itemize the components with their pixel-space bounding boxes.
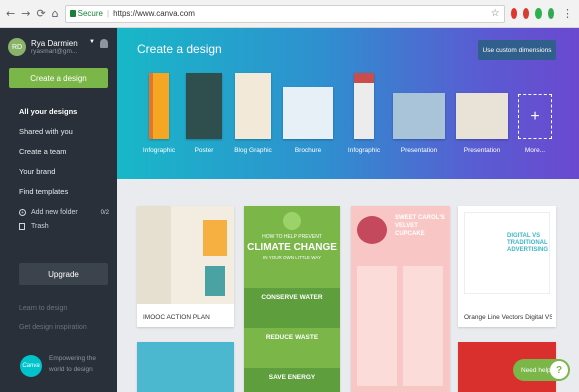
extension-icon-flash[interactable] bbox=[522, 8, 530, 19]
thumbnail-title: SWEET CAROL'S VELVET CUPCAKE bbox=[395, 215, 445, 237]
secure-indicator[interactable]: Secure bbox=[69, 9, 103, 18]
template-label: More... bbox=[524, 147, 546, 154]
template-blog-graphic[interactable]: Blog Graphic bbox=[234, 73, 272, 154]
sidebar-item-find-templates[interactable]: Find templates bbox=[0, 182, 117, 202]
help-question-icon: ? bbox=[550, 361, 568, 379]
home-icon[interactable]: ⌂ bbox=[52, 7, 59, 20]
design-thumbnail: HOW TO HELP PREVENT CLIMATE CHANGE IN YO… bbox=[244, 206, 340, 288]
design-card[interactable]: HOW TO HELP PREVENT CLIMATE CHANGE IN YO… bbox=[244, 206, 340, 392]
forward-icon[interactable]: → bbox=[21, 7, 30, 20]
url-text: https://www.canva.com bbox=[113, 9, 195, 18]
bell-icon[interactable] bbox=[100, 39, 108, 48]
template-thumbnail bbox=[456, 93, 508, 139]
design-title: Orange Line Vectors Digital VS ... bbox=[464, 314, 552, 321]
custom-dimensions-button[interactable]: Use custom dimensions bbox=[478, 40, 556, 60]
folder-count: 0/2 bbox=[100, 209, 109, 216]
banner-title: Create a design bbox=[137, 42, 222, 56]
template-infographic-2[interactable]: Infographic bbox=[348, 73, 380, 154]
thumbnail-row: REDUCE WASTE bbox=[244, 328, 340, 368]
design-card[interactable]: DIGITAL VS TRADITIONAL ADVERTISING Orang… bbox=[458, 206, 556, 327]
sidebar-item-create-team[interactable]: Create a team bbox=[0, 142, 117, 162]
sidebar-nav: All your designs Shared with you Create … bbox=[0, 102, 117, 202]
template-label: Brochure bbox=[294, 147, 322, 154]
browser-menu-icon[interactable]: ⋮ bbox=[562, 7, 573, 20]
design-card[interactable]: IMOOC ACTION PLAN bbox=[137, 206, 234, 327]
address-bar[interactable]: Secure | https://www.canva.com ☆ bbox=[64, 4, 505, 23]
tagline: Empowering the world to design bbox=[49, 355, 96, 373]
template-thumbnail bbox=[235, 73, 271, 139]
template-presentation[interactable]: Presentation bbox=[393, 73, 445, 154]
user-email: ryasmart@gm... bbox=[31, 48, 78, 55]
template-infographic[interactable]: Infographic bbox=[143, 73, 175, 154]
extension-icon-circle[interactable] bbox=[547, 8, 555, 19]
template-thumbnail bbox=[393, 93, 445, 139]
learn-to-design-link[interactable]: Learn to design bbox=[19, 305, 67, 312]
browser-toolbar: ← → ⟳ ⌂ Secure | https://www.canva.com ☆… bbox=[0, 0, 579, 28]
sidebar: RD Rya Darmien ryasmart@gm... ▼ Create a… bbox=[0, 28, 117, 392]
sidebar-item-all-designs[interactable]: All your designs bbox=[0, 102, 117, 122]
upgrade-button[interactable]: Upgrade bbox=[19, 263, 108, 285]
design-card[interactable]: SWEET CAROL'S VELVET CUPCAKE bbox=[351, 206, 450, 392]
lock-icon bbox=[69, 10, 76, 17]
thumbnail-row: SAVE ENERGY bbox=[244, 368, 340, 392]
template-label: Presentation bbox=[400, 147, 438, 154]
trash-icon bbox=[19, 223, 25, 230]
bookmark-star-icon[interactable]: ☆ bbox=[491, 8, 500, 19]
add-folder-item[interactable]: + Add new folder 0/2 bbox=[0, 202, 117, 220]
avatar: RD bbox=[8, 38, 26, 56]
template-thumbnail bbox=[354, 73, 374, 139]
template-poster[interactable]: Poster bbox=[186, 73, 222, 154]
cupcake-image bbox=[357, 216, 387, 244]
chevron-down-icon[interactable]: ▼ bbox=[89, 39, 95, 45]
template-more[interactable]: + More... bbox=[518, 73, 552, 154]
template-brochure[interactable]: Brochure bbox=[283, 73, 333, 154]
design-thumbnail bbox=[137, 206, 234, 304]
plus-circle-icon: + bbox=[19, 209, 26, 216]
trash-label: Trash bbox=[31, 223, 49, 230]
reload-icon[interactable]: ⟳ bbox=[36, 7, 45, 20]
divider: | bbox=[107, 9, 110, 18]
back-icon[interactable]: ← bbox=[6, 7, 15, 20]
canva-logo[interactable]: Canva bbox=[20, 355, 42, 377]
design-inspiration-link[interactable]: Get design inspiration bbox=[19, 324, 87, 331]
create-design-button[interactable]: Create a design bbox=[9, 68, 108, 88]
design-title: IMOOC ACTION PLAN bbox=[143, 314, 210, 321]
need-help-button[interactable]: Need help ? bbox=[513, 359, 570, 381]
user-name: Rya Darmien bbox=[31, 39, 78, 48]
add-folder-label: Add new folder bbox=[31, 209, 78, 216]
template-presentation-2[interactable]: Presentation bbox=[456, 73, 508, 154]
user-profile[interactable]: RD Rya Darmien ryasmart@gm... ▼ bbox=[0, 28, 117, 62]
extension-icon-green[interactable] bbox=[535, 8, 542, 19]
create-design-banner: Create a design Use custom dimensions In… bbox=[117, 28, 579, 179]
template-thumbnail bbox=[186, 73, 222, 139]
secure-label: Secure bbox=[77, 9, 103, 18]
thumbnail-title: DIGITAL VS TRADITIONAL ADVERTISING bbox=[507, 233, 549, 253]
design-thumbnail: DIGITAL VS TRADITIONAL ADVERTISING bbox=[464, 212, 550, 294]
template-label: Blog Graphic bbox=[234, 147, 272, 154]
template-label: Presentation bbox=[463, 147, 501, 154]
thumbnail-subtitle: HOW TO HELP PREVENT bbox=[262, 234, 322, 240]
sidebar-item-shared[interactable]: Shared with you bbox=[0, 122, 117, 142]
sidebar-item-your-brand[interactable]: Your brand bbox=[0, 162, 117, 182]
template-label: Infographic bbox=[347, 147, 381, 154]
plus-icon: + bbox=[518, 94, 552, 139]
design-card[interactable] bbox=[137, 342, 234, 392]
thumbnail-caption: IN YOUR OWN LITTLE WAY bbox=[263, 255, 321, 260]
thumbnail-title: CLIMATE CHANGE bbox=[247, 242, 337, 253]
template-thumbnail bbox=[149, 73, 169, 139]
template-thumbnail bbox=[283, 87, 333, 139]
extension-icon-red[interactable] bbox=[510, 8, 517, 19]
designs-grid: IMOOC ACTION PLAN HOW TO HELP PREVENT CL… bbox=[117, 179, 579, 392]
trash-item[interactable]: Trash bbox=[0, 220, 117, 234]
need-help-label: Need help bbox=[521, 366, 551, 374]
thumbnail-row: CONSERVE WATER bbox=[244, 288, 340, 328]
